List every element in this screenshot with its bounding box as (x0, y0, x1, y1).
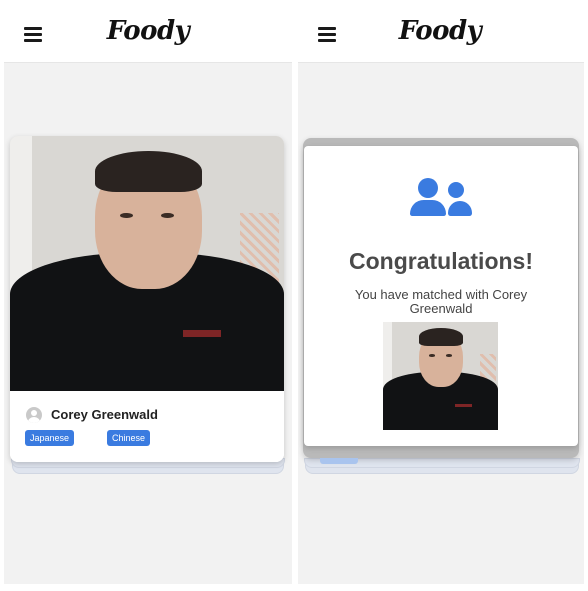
hamburger-menu-icon[interactable] (318, 27, 336, 42)
top-bar: Foody (4, 6, 292, 63)
profile-name: Corey Greenwald (51, 407, 158, 422)
matched-photo (383, 322, 498, 430)
user-avatar-icon (26, 407, 42, 423)
cuisine-tag: Japanese (25, 430, 75, 446)
match-message: You have matched with Corey Greenwald (354, 287, 528, 316)
profile-photo (10, 136, 284, 391)
app-logo: Foody (106, 16, 190, 46)
profile-card[interactable]: Corey Greenwald Japanese Chinese (10, 136, 284, 462)
hamburger-menu-icon[interactable] (24, 27, 42, 42)
cuisine-tag: Chinese (107, 430, 151, 446)
match-screen: Foody Congratulations! You have matched … (298, 6, 584, 584)
congrats-title: Congratulations! (349, 248, 533, 274)
app-logo: Foody (398, 16, 482, 46)
profile-info: Corey Greenwald Japanese Chinese (10, 391, 284, 462)
top-bar: Foody (298, 6, 584, 63)
swipe-screen: Foody Corey Greenwald Japanese Chinese (4, 6, 292, 584)
two-people-icon (410, 178, 472, 216)
match-modal: Congratulations! You have matched with C… (304, 146, 578, 446)
tag-peek (320, 458, 358, 464)
